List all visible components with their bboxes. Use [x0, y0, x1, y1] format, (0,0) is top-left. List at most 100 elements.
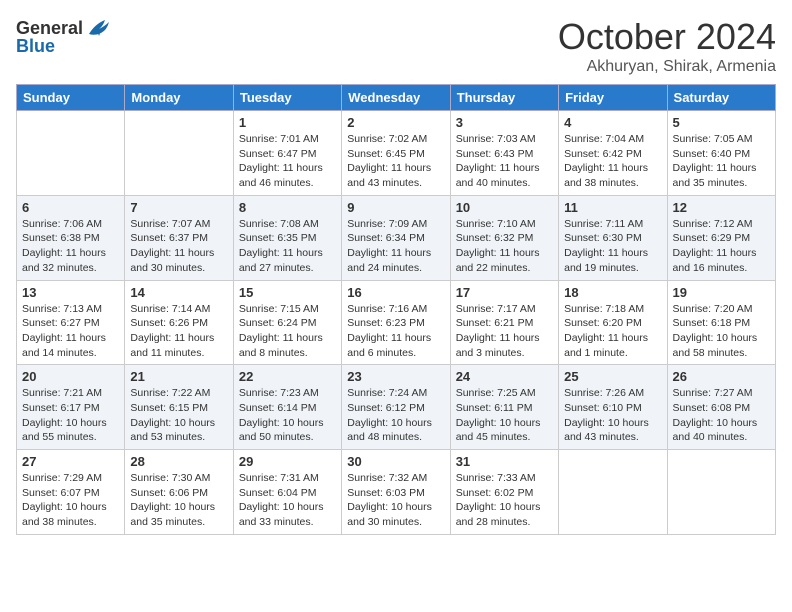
logo: General Blue: [16, 16, 113, 57]
calendar-cell: 24 Sunrise: 7:25 AMSunset: 6:11 PMDayligh…: [450, 365, 558, 450]
day-info: Sunrise: 7:24 AMSunset: 6:12 PMDaylight:…: [347, 386, 444, 445]
day-info: Sunrise: 7:26 AMSunset: 6:10 PMDaylight:…: [564, 386, 661, 445]
calendar-cell: 12 Sunrise: 7:12 AMSunset: 6:29 PMDayligh…: [667, 195, 775, 280]
day-number: 14: [130, 285, 227, 300]
column-header-friday: Friday: [559, 85, 667, 111]
day-number: 1: [239, 115, 336, 130]
column-header-monday: Monday: [125, 85, 233, 111]
day-number: 4: [564, 115, 661, 130]
calendar-cell: 22Sunrise: 7:23 AMSunset: 6:14 PMDayligh…: [233, 365, 341, 450]
calendar-cell: 25Sunrise: 7:26 AMSunset: 6:10 PMDayligh…: [559, 365, 667, 450]
day-number: 31: [456, 454, 553, 469]
day-info: Sunrise: 7:07 AMSunset: 6:37 PMDaylight:…: [130, 217, 227, 276]
location: Akhuryan, Shirak, Armenia: [558, 58, 776, 76]
day-info: Sunrise: 7:08 AMSunset: 6:35 PMDaylight:…: [239, 217, 336, 276]
calendar-cell: 8 Sunrise: 7:08 AMSunset: 6:35 PMDaylight…: [233, 195, 341, 280]
calendar-cell: 14 Sunrise: 7:14 AMSunset: 6:26 PMDayligh…: [125, 280, 233, 365]
day-info: Sunrise: 7:10 AMSunset: 6:32 PMDaylight:…: [456, 217, 553, 276]
day-info: Sunrise: 7:11 AMSunset: 6:30 PMDaylight:…: [564, 217, 661, 276]
day-info: Sunrise: 7:03 AMSunset: 6:43 PMDaylight:…: [456, 132, 553, 191]
calendar-cell: 9 Sunrise: 7:09 AMSunset: 6:34 PMDaylight…: [342, 195, 450, 280]
day-info: Sunrise: 7:05 AMSunset: 6:40 PMDaylight:…: [673, 132, 770, 191]
day-info: Sunrise: 7:21 AMSunset: 6:17 PMDaylight:…: [22, 386, 119, 445]
calendar-cell: 23 Sunrise: 7:24 AMSunset: 6:12 PMDayligh…: [342, 365, 450, 450]
day-number: 3: [456, 115, 553, 130]
calendar-cell: 10 Sunrise: 7:10 AMSunset: 6:32 PMDayligh…: [450, 195, 558, 280]
logo-blue: Blue: [16, 36, 55, 57]
calendar-cell: 26 Sunrise: 7:27 AMSunset: 6:08 PMDayligh…: [667, 365, 775, 450]
day-info: Sunrise: 7:18 AMSunset: 6:20 PMDaylight:…: [564, 302, 661, 361]
calendar-cell: 19Sunrise: 7:20 AMSunset: 6:18 PMDayligh…: [667, 280, 775, 365]
calendar-cell: 30Sunrise: 7:32 AMSunset: 6:03 PMDayligh…: [342, 450, 450, 535]
day-number: 20: [22, 369, 119, 384]
day-info: Sunrise: 7:14 AMSunset: 6:26 PMDaylight:…: [130, 302, 227, 361]
day-info: Sunrise: 7:16 AMSunset: 6:23 PMDaylight:…: [347, 302, 444, 361]
calendar-cell: 1 Sunrise: 7:01 AMSunset: 6:47 PMDaylight…: [233, 111, 341, 196]
day-number: 15: [239, 285, 336, 300]
day-info: Sunrise: 7:22 AMSunset: 6:15 PMDaylight:…: [130, 386, 227, 445]
calendar-cell: 29Sunrise: 7:31 AMSunset: 6:04 PMDayligh…: [233, 450, 341, 535]
day-info: Sunrise: 7:04 AMSunset: 6:42 PMDaylight:…: [564, 132, 661, 191]
calendar-cell: 18 Sunrise: 7:18 AMSunset: 6:20 PMDayligh…: [559, 280, 667, 365]
day-info: Sunrise: 7:09 AMSunset: 6:34 PMDaylight:…: [347, 217, 444, 276]
page-header: General Blue October 2024 Akhuryan, Shir…: [16, 16, 776, 76]
day-info: Sunrise: 7:06 AMSunset: 6:38 PMDaylight:…: [22, 217, 119, 276]
day-info: Sunrise: 7:23 AMSunset: 6:14 PMDaylight:…: [239, 386, 336, 445]
day-number: 7: [130, 200, 227, 215]
day-number: 18: [564, 285, 661, 300]
day-info: Sunrise: 7:01 AMSunset: 6:47 PMDaylight:…: [239, 132, 336, 191]
calendar-cell: 17 Sunrise: 7:17 AMSunset: 6:21 PMDayligh…: [450, 280, 558, 365]
day-number: 23: [347, 369, 444, 384]
calendar-cell: [125, 111, 233, 196]
column-header-wednesday: Wednesday: [342, 85, 450, 111]
day-number: 26: [673, 369, 770, 384]
calendar-cell: 31 Sunrise: 7:33 AMSunset: 6:02 PMDayligh…: [450, 450, 558, 535]
day-number: 10: [456, 200, 553, 215]
calendar-cell: [667, 450, 775, 535]
day-info: Sunrise: 7:33 AMSunset: 6:02 PMDaylight:…: [456, 471, 553, 530]
calendar-cell: 21Sunrise: 7:22 AMSunset: 6:15 PMDayligh…: [125, 365, 233, 450]
month-title: October 2024: [558, 16, 776, 58]
calendar-cell: [17, 111, 125, 196]
day-number: 19: [673, 285, 770, 300]
calendar-week-row: 6 Sunrise: 7:06 AMSunset: 6:38 PMDaylight…: [17, 195, 776, 280]
calendar-cell: 3 Sunrise: 7:03 AMSunset: 6:43 PMDaylight…: [450, 111, 558, 196]
calendar-cell: 6 Sunrise: 7:06 AMSunset: 6:38 PMDaylight…: [17, 195, 125, 280]
day-number: 27: [22, 454, 119, 469]
column-header-sunday: Sunday: [17, 85, 125, 111]
calendar-week-row: 13Sunrise: 7:13 AMSunset: 6:27 PMDayligh…: [17, 280, 776, 365]
day-info: Sunrise: 7:12 AMSunset: 6:29 PMDaylight:…: [673, 217, 770, 276]
day-number: 24: [456, 369, 553, 384]
day-number: 9: [347, 200, 444, 215]
column-header-tuesday: Tuesday: [233, 85, 341, 111]
day-number: 17: [456, 285, 553, 300]
calendar-cell: 27Sunrise: 7:29 AMSunset: 6:07 PMDayligh…: [17, 450, 125, 535]
day-number: 16: [347, 285, 444, 300]
day-number: 13: [22, 285, 119, 300]
day-info: Sunrise: 7:31 AMSunset: 6:04 PMDaylight:…: [239, 471, 336, 530]
calendar-cell: 2 Sunrise: 7:02 AMSunset: 6:45 PMDaylight…: [342, 111, 450, 196]
day-info: Sunrise: 7:25 AMSunset: 6:11 PMDaylight:…: [456, 386, 553, 445]
day-number: 28: [130, 454, 227, 469]
calendar-week-row: 20 Sunrise: 7:21 AMSunset: 6:17 PMDayligh…: [17, 365, 776, 450]
day-number: 5: [673, 115, 770, 130]
calendar-week-row: 1 Sunrise: 7:01 AMSunset: 6:47 PMDaylight…: [17, 111, 776, 196]
title-block: October 2024 Akhuryan, Shirak, Armenia: [558, 16, 776, 76]
day-info: Sunrise: 7:17 AMSunset: 6:21 PMDaylight:…: [456, 302, 553, 361]
day-number: 8: [239, 200, 336, 215]
day-number: 2: [347, 115, 444, 130]
calendar-cell: 15 Sunrise: 7:15 AMSunset: 6:24 PMDayligh…: [233, 280, 341, 365]
day-number: 12: [673, 200, 770, 215]
calendar-cell: 11 Sunrise: 7:11 AMSunset: 6:30 PMDayligh…: [559, 195, 667, 280]
calendar-cell: 20 Sunrise: 7:21 AMSunset: 6:17 PMDayligh…: [17, 365, 125, 450]
day-info: Sunrise: 7:02 AMSunset: 6:45 PMDaylight:…: [347, 132, 444, 191]
day-number: 11: [564, 200, 661, 215]
day-info: Sunrise: 7:27 AMSunset: 6:08 PMDaylight:…: [673, 386, 770, 445]
calendar-cell: 7 Sunrise: 7:07 AMSunset: 6:37 PMDaylight…: [125, 195, 233, 280]
calendar-header-row: SundayMondayTuesdayWednesdayThursdayFrid…: [17, 85, 776, 111]
calendar-table: SundayMondayTuesdayWednesdayThursdayFrid…: [16, 84, 776, 535]
day-number: 6: [22, 200, 119, 215]
calendar-cell: [559, 450, 667, 535]
calendar-week-row: 27Sunrise: 7:29 AMSunset: 6:07 PMDayligh…: [17, 450, 776, 535]
day-info: Sunrise: 7:15 AMSunset: 6:24 PMDaylight:…: [239, 302, 336, 361]
